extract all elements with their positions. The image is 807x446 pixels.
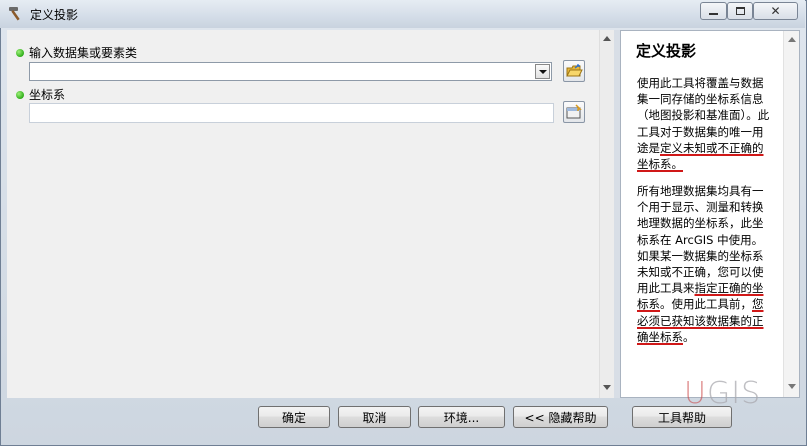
help-scrollbar[interactable] — [783, 31, 799, 397]
parameters-pane — [7, 30, 599, 398]
maximize-button[interactable] — [727, 2, 753, 20]
title-bar[interactable] — [0, 0, 805, 28]
watermark-gis: GIS — [706, 376, 762, 411]
watermark-u: U — [684, 376, 707, 411]
open-folder-icon — [564, 64, 584, 84]
parameters-scrollbar[interactable] — [599, 30, 614, 398]
spatial-reference-properties-icon — [564, 104, 584, 125]
help-paragraph-2: 所有地理数据集均具有一个用于显示、测量和转换地理数据的坐标系，此坐标系在 Arc… — [637, 183, 770, 345]
help-p2-text-a: 所有地理数据集均具有一个用于显示、测量和转换地理数据的坐标系，此坐标系在 Arc… — [637, 184, 764, 296]
coordinate-system-param: 坐标系 — [16, 86, 65, 103]
coordinate-system-textbox[interactable] — [29, 103, 554, 123]
dropdown-arrow-icon[interactable] — [535, 64, 550, 79]
browse-dataset-button[interactable] — [563, 60, 585, 82]
scroll-down-icon[interactable] — [603, 385, 611, 390]
help-title: 定义投影 — [636, 42, 697, 60]
spatial-reference-properties-button[interactable] — [563, 101, 585, 123]
ugis-watermark-logo: UGIS — [684, 376, 761, 411]
cancel-button[interactable]: 取消 — [338, 406, 411, 428]
hammer-icon — [6, 5, 24, 23]
hide-help-button[interactable]: << 隐藏帮助 — [513, 406, 608, 428]
coordinate-system-label: 坐标系 — [29, 88, 66, 102]
required-indicator-icon — [16, 48, 24, 57]
minimize-icon — [709, 13, 718, 15]
maximize-icon — [735, 7, 745, 15]
scroll-down-icon[interactable] — [788, 384, 796, 389]
help-p2-text-e: 。 — [683, 329, 695, 344]
help-p2-text-c: 。使用此工具前， — [660, 297, 752, 312]
ok-button[interactable]: 确定 — [258, 406, 330, 428]
close-button[interactable]: ✕ — [753, 2, 798, 20]
input-dataset-param: 输入数据集或要素类 — [16, 44, 137, 61]
minimize-button[interactable] — [700, 2, 727, 20]
input-dataset-combobox[interactable] — [29, 62, 552, 81]
window-title: 定义投影 — [30, 8, 79, 22]
input-dataset-label: 输入数据集或要素类 — [29, 46, 138, 60]
close-icon: ✕ — [770, 4, 781, 18]
environments-button[interactable]: 环境... — [418, 406, 505, 428]
required-indicator-icon — [16, 90, 24, 99]
help-paragraph-1: 使用此工具将覆盖与数据集一同存储的坐标系信息（地图投影和基准面）。此工具对于数据… — [637, 75, 770, 172]
scroll-up-icon[interactable] — [603, 36, 611, 41]
scroll-up-icon[interactable] — [788, 37, 796, 42]
